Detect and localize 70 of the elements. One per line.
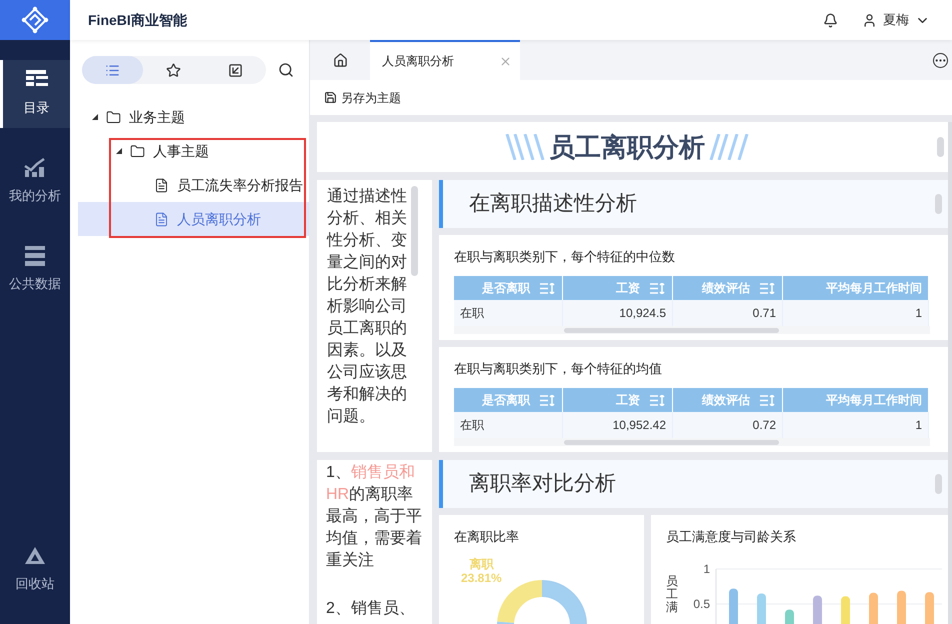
nav-item[interactable]: 公共数据 bbox=[0, 236, 70, 304]
section-title: 离职率对比分析 bbox=[469, 471, 616, 498]
tick-label: 1 bbox=[703, 562, 710, 576]
document-icon bbox=[154, 178, 169, 192]
slice-value-label: 23.81% bbox=[461, 570, 502, 584]
scrollbar-thumb[interactable] bbox=[564, 440, 779, 444]
scrollbar-thumb[interactable] bbox=[411, 186, 418, 276]
sort-icon[interactable] bbox=[760, 394, 776, 406]
chart-title: 在离职比率 bbox=[454, 528, 520, 546]
tree-item[interactable]: 员工流失率分析报告 bbox=[78, 168, 309, 202]
table-cell: 1 bbox=[783, 412, 929, 438]
table-title: 在职与离职类别下，每个特征的均值 bbox=[454, 360, 663, 378]
scrollbar-thumb[interactable] bbox=[935, 474, 942, 494]
triangle-icon bbox=[24, 546, 46, 566]
table-cell: 1 bbox=[783, 300, 929, 326]
table-cell: 0.72 bbox=[673, 412, 783, 438]
app-title: FineBI商业智能 bbox=[88, 10, 187, 30]
tree-item[interactable]: 人事主题 bbox=[78, 134, 309, 168]
chart-icon bbox=[24, 158, 46, 178]
logo-box[interactable] bbox=[0, 0, 70, 40]
search-icon[interactable] bbox=[278, 62, 294, 78]
star-icon bbox=[166, 62, 182, 78]
database-icon bbox=[24, 246, 46, 266]
slice-label: 离职 bbox=[469, 556, 494, 570]
tree-item[interactable]: 业务主题 bbox=[78, 100, 309, 134]
logo-icon bbox=[21, 6, 49, 34]
table-cell: 在职 bbox=[454, 412, 563, 438]
nav-item[interactable]: 目录 bbox=[0, 60, 70, 128]
close-icon[interactable] bbox=[499, 54, 512, 68]
sort-icon[interactable] bbox=[540, 282, 556, 294]
sort-icon[interactable] bbox=[540, 394, 556, 406]
table-cell: 10,924.5 bbox=[563, 300, 673, 326]
table-cell: 10,952.42 bbox=[563, 412, 673, 438]
export-icon bbox=[228, 62, 243, 78]
table-title: 在职与离职类别下，每个特征的中位数 bbox=[454, 248, 676, 266]
home-icon bbox=[332, 52, 348, 68]
sort-icon[interactable] bbox=[650, 282, 666, 294]
chart-title: 员工满意度与司龄关系 bbox=[666, 528, 797, 546]
note-paragraph: 1、销售员和HR的离职率最高，高于平均值，需要着重关注 bbox=[326, 462, 423, 571]
sort-icon[interactable] bbox=[760, 282, 776, 294]
nav-item[interactable]: 我的分析 bbox=[0, 148, 70, 216]
stripes-decoration bbox=[505, 134, 545, 160]
expanded-caret-icon[interactable] bbox=[92, 114, 98, 120]
folder-icon bbox=[106, 110, 121, 124]
table-cell: 在职 bbox=[454, 300, 563, 326]
more-icon[interactable] bbox=[933, 52, 948, 68]
stripes-decoration bbox=[709, 134, 749, 160]
user-menu[interactable]: 夏梅 bbox=[862, 10, 930, 30]
save-as-button[interactable]: 另存为主题 bbox=[324, 88, 401, 106]
table-cell: 0.71 bbox=[673, 300, 783, 326]
sort-icon[interactable] bbox=[650, 394, 666, 406]
tick-label: 0.5 bbox=[693, 596, 710, 610]
list-icon bbox=[105, 62, 120, 78]
expanded-caret-icon[interactable] bbox=[116, 148, 122, 154]
axis-label: 员工满 bbox=[666, 574, 679, 616]
document-tab[interactable]: 人员离职分析 bbox=[370, 40, 520, 80]
folder-icon bbox=[130, 144, 145, 158]
scrollbar-thumb[interactable] bbox=[935, 194, 942, 214]
notification-icon[interactable] bbox=[823, 12, 838, 28]
document-icon bbox=[154, 212, 169, 226]
save-icon bbox=[324, 91, 337, 104]
scrollbar-thumb[interactable] bbox=[564, 328, 779, 332]
user-icon bbox=[862, 12, 877, 28]
tree-item[interactable]: 人员离职分析 bbox=[78, 202, 309, 236]
nav-item[interactable]: 回收站 bbox=[0, 536, 70, 604]
dashboard-title: 员工离职分析 bbox=[549, 130, 705, 164]
note-paragraph: 2、销售员、 bbox=[326, 599, 416, 619]
scrollbar-thumb[interactable] bbox=[937, 137, 944, 157]
section-title: 在离职描述性分析 bbox=[469, 191, 637, 218]
intro-paragraph: 通过描述性分析、相关性分析、变量之间的对比分析来解析影响公司员工离职的因素。以及公司应该思考和解决的问题。 bbox=[327, 186, 408, 427]
